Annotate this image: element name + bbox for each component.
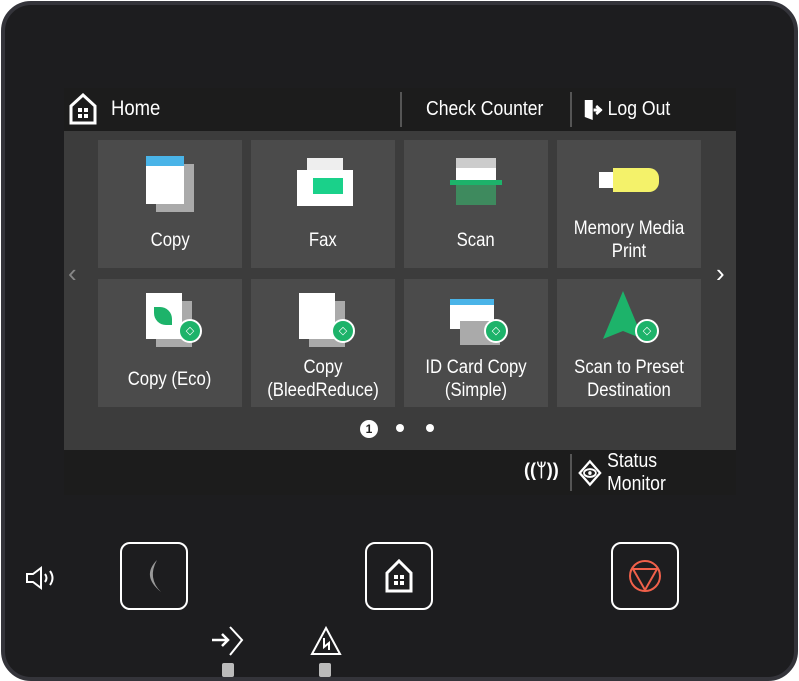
id-card-icon: ◇ [404, 279, 548, 351]
tile-copy-eco[interactable]: ◇ Copy (Eco) [98, 279, 242, 407]
home-button[interactable] [365, 542, 433, 610]
error-indicator-led [319, 663, 331, 677]
wifi-signal-icon: ((ᛘ)) [524, 460, 559, 480]
status-monitor-button[interactable]: Status Monitor [578, 450, 717, 495]
tile-copy-bleedreduce[interactable]: ◇ Copy (BleedReduce) [251, 279, 395, 407]
stop-icon [629, 560, 661, 593]
header-bar: Home Check Counter Log Out [64, 88, 736, 131]
page-indicator-3[interactable] [426, 424, 434, 432]
data-arrow-icon [212, 626, 244, 656]
fax-icon [251, 140, 395, 212]
home-icon [385, 559, 413, 593]
divider [570, 92, 572, 127]
touch-screen: Home Check Counter Log Out ‹ › Copy Fax … [64, 88, 736, 495]
tile-scan-to-preset[interactable]: ◇ Scan to Preset Destination [557, 279, 701, 407]
next-page-arrow[interactable]: › [716, 258, 725, 289]
tile-scan[interactable]: Scan [404, 140, 548, 268]
stop-button[interactable] [611, 542, 679, 610]
divider [570, 454, 572, 491]
prev-page-arrow[interactable]: ‹ [68, 258, 77, 289]
copy-bleedreduce-icon: ◇ [251, 279, 395, 351]
tile-memory-media-print[interactable]: Memory Media Print [557, 140, 701, 268]
footer-bar: ((ᛘ)) Status Monitor [64, 450, 736, 495]
warning-icon [310, 626, 342, 655]
copy-eco-icon: ◇ [98, 279, 242, 351]
tile-id-card-copy[interactable]: ◇ ID Card Copy (Simple) [404, 279, 548, 407]
speaker-icon [26, 566, 54, 590]
energy-saver-button[interactable] [120, 542, 188, 610]
status-monitor-icon [578, 459, 602, 486]
check-counter-button[interactable]: Check Counter [426, 88, 543, 131]
page-indicator-2[interactable] [396, 424, 404, 432]
data-indicator-led [222, 663, 234, 677]
page-indicator-current[interactable]: 1 [360, 420, 378, 438]
tile-copy[interactable]: Copy [98, 140, 242, 268]
moon-icon [149, 560, 161, 592]
home-title[interactable]: Home [68, 93, 167, 125]
log-out-button[interactable]: Log Out [583, 88, 670, 131]
copy-icon [98, 140, 242, 212]
divider [400, 92, 402, 127]
send-plane-icon: ◇ [557, 279, 701, 351]
page-title: Home [111, 97, 161, 120]
scan-icon [404, 140, 548, 212]
usb-memory-icon [557, 140, 701, 212]
tile-fax[interactable]: Fax [251, 140, 395, 268]
log-out-icon [584, 99, 603, 120]
home-icon [69, 93, 97, 125]
